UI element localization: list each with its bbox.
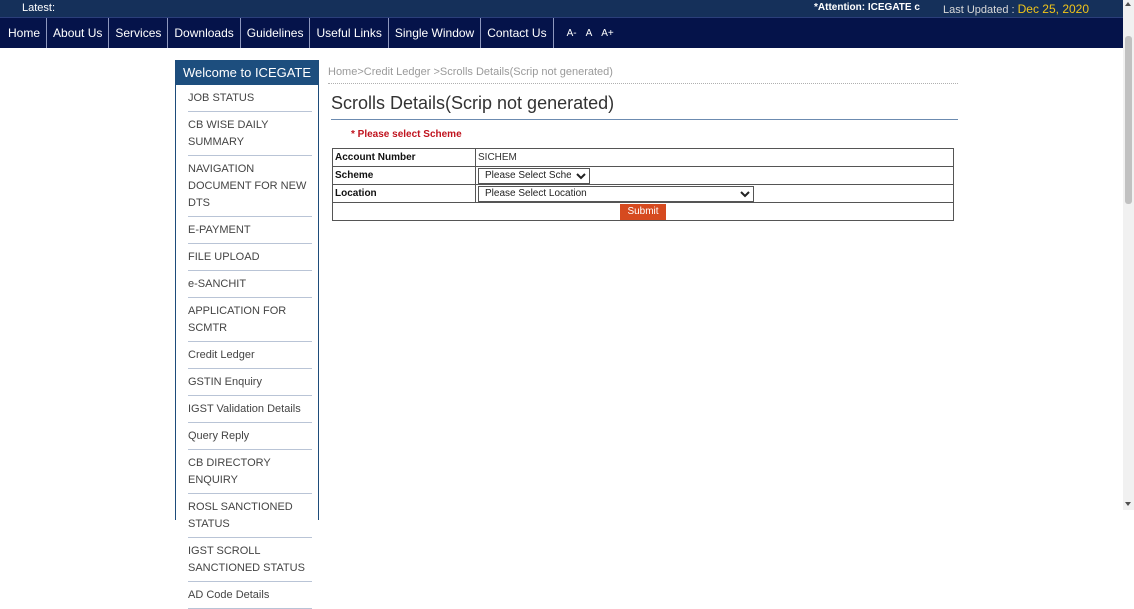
location-label: Location <box>332 184 476 203</box>
sidebar-item-cb-directory-enquiry[interactable]: CB DIRECTORY ENQUIRY <box>188 450 312 494</box>
sidebar-item-credit-ledger[interactable]: Credit Ledger <box>188 342 312 369</box>
location-row: Location Please Select Location <box>332 184 954 203</box>
sidebar-item-gstin-enquiry[interactable]: GSTIN Enquiry <box>188 369 312 396</box>
nav-useful-links[interactable]: Useful Links <box>310 18 389 48</box>
sidebar-item-igst-validation-details[interactable]: IGST Validation Details <box>188 396 312 423</box>
location-select[interactable]: Please Select Location <box>478 185 754 202</box>
sidebar-item-ad-code-details[interactable]: AD Code Details <box>188 582 312 609</box>
sidebar-item-application-for-scmtr[interactable]: APPLICATION FOR SCMTR <box>188 298 312 342</box>
sidebar-item-e-payment[interactable]: E-PAYMENT <box>188 217 312 244</box>
required-scheme-note: * Please select Scheme <box>351 129 462 140</box>
submit-cell: Submit <box>332 202 954 221</box>
sidebar-item-query-reply[interactable]: Query Reply <box>188 423 312 450</box>
font-increase-button[interactable]: A+ <box>601 28 614 39</box>
attention-ticker-text[interactable]: *Attention: ICEGATE c <box>814 2 920 13</box>
scheme-row: Scheme Please Select Scheme <box>332 166 954 185</box>
nav-home[interactable]: Home <box>0 18 48 48</box>
sidebar-header: Welcome to ICEGATE <box>176 60 318 85</box>
sidebar-menu: Welcome to ICEGATE JOB STATUS CB WISE DA… <box>175 60 319 609</box>
submit-row: Submit <box>332 202 954 221</box>
nav-single-window[interactable]: Single Window <box>389 18 482 48</box>
scroll-up-arrow-icon[interactable] <box>1125 2 1131 6</box>
nav-guidelines[interactable]: Guidelines <box>241 18 311 48</box>
nav-contact-us[interactable]: Contact Us <box>481 18 554 48</box>
sidebar-list: JOB STATUS CB WISE DAILY SUMMARY NAVIGAT… <box>176 85 318 609</box>
last-updated-date: Dec 25, 2020 <box>1017 2 1090 16</box>
breadcrumb-current: Scrolls Details(Scrip not generated) <box>439 66 613 78</box>
sidebar-item-rosl-sanctioned-status[interactable]: ROSL SANCTIONED STATUS <box>188 494 312 538</box>
account-number-label: Account Number <box>332 148 476 167</box>
account-number-value: SICHEM <box>475 148 954 167</box>
scheme-cell: Please Select Scheme <box>475 166 954 185</box>
main-nav: Home About Us Services Downloads Guideli… <box>0 17 1123 48</box>
breadcrumb-separator: > <box>430 66 440 78</box>
sidebar-item-file-upload[interactable]: FILE UPLOAD <box>188 244 312 271</box>
sidebar-item-cb-wise-daily-summary[interactable]: CB WISE DAILY SUMMARY <box>188 112 312 156</box>
scheme-label: Scheme <box>332 166 476 185</box>
last-updated-label: Last Updated : <box>943 4 1015 16</box>
breadcrumb: Home>Credit Ledger >Scrolls Details(Scri… <box>328 66 958 84</box>
scroll-details-form: Account Number SICHEM Scheme Please Sele… <box>332 148 954 221</box>
account-number-row: Account Number SICHEM <box>332 148 954 167</box>
font-size-controls: A- A A+ <box>567 18 614 48</box>
news-ticker-bar: Latest: *Attention: ICEGATE c Last Updat… <box>0 0 1123 17</box>
sidebar-item-e-sanchit[interactable]: e-SANCHIT <box>188 271 312 298</box>
latest-label: Latest: <box>22 2 56 14</box>
last-updated: Last Updated : Dec 25, 2020 <box>943 2 1089 16</box>
nav-services[interactable]: Services <box>109 18 169 48</box>
sidebar-item-navigation-document[interactable]: NAVIGATION DOCUMENT FOR NEW DTS <box>188 156 312 217</box>
nav-downloads[interactable]: Downloads <box>168 18 241 48</box>
page-title: Scrolls Details(Scrip not generated) <box>331 93 958 120</box>
sidebar-item-job-status[interactable]: JOB STATUS <box>188 85 312 112</box>
location-cell: Please Select Location <box>475 184 954 203</box>
font-reset-button[interactable]: A <box>586 28 593 39</box>
font-decrease-button[interactable]: A- <box>567 28 577 39</box>
breadcrumb-credit-ledger[interactable]: Credit Ledger <box>364 66 431 78</box>
scroll-thumb[interactable] <box>1125 36 1132 204</box>
sidebar-item-igst-scroll-sanctioned-status[interactable]: IGST SCROLL SANCTIONED STATUS <box>188 538 312 582</box>
breadcrumb-home[interactable]: Home <box>328 66 357 78</box>
page-scrollbar[interactable] <box>1123 0 1134 510</box>
scheme-select[interactable]: Please Select Scheme <box>478 167 590 184</box>
submit-button[interactable]: Submit <box>620 203 666 220</box>
nav-about-us[interactable]: About Us <box>47 18 110 48</box>
scroll-down-arrow-icon[interactable] <box>1125 502 1131 506</box>
